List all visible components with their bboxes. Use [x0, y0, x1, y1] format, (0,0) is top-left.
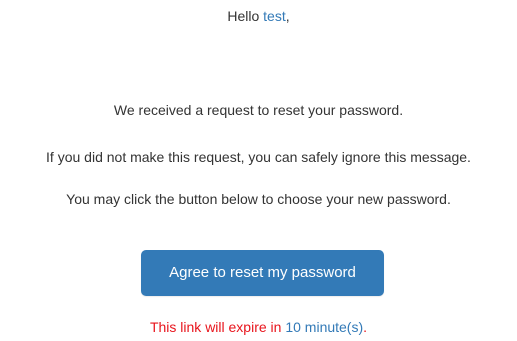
request-received-message: We received a request to reset your pass…: [113, 102, 404, 118]
greeting-suffix: ,: [285, 8, 290, 24]
reset-password-button[interactable]: Agree to reset my password: [141, 250, 384, 296]
expiry-duration: 10 minute(s): [285, 319, 364, 335]
instruction-message: You may click the button below to choose…: [66, 191, 451, 207]
ignore-message: If you did not make this request, you ca…: [46, 149, 471, 165]
expiry-notice: This link will expire in 10 minute(s).: [0, 318, 517, 336]
expiry-prefix: This link will expire in: [149, 319, 286, 335]
greeting-line: Hello test,: [0, 7, 517, 25]
greeting-prefix: Hello: [227, 8, 264, 24]
expiry-suffix: .: [363, 319, 368, 335]
username-text: test: [263, 8, 286, 24]
